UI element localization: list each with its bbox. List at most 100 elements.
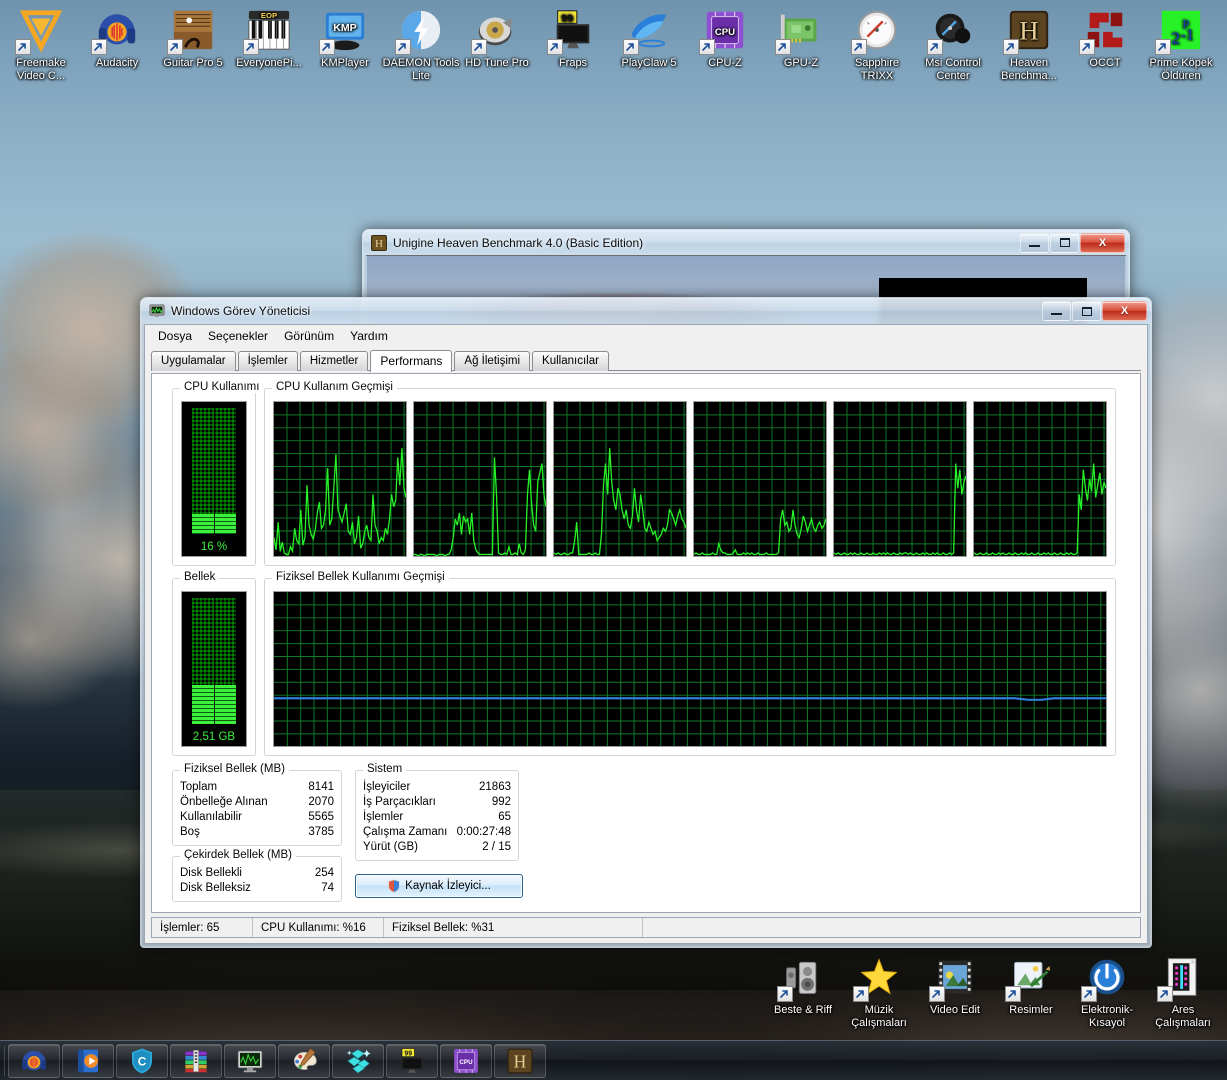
heaven-close-button[interactable]: X [1080, 232, 1125, 253]
tab-hizmetler[interactable]: Hizmetler [299, 351, 369, 371]
cpuz-icon: CPU [699, 6, 749, 55]
taskbar-button-audacity[interactable] [8, 1043, 60, 1078]
paint-icon [289, 1046, 319, 1076]
desktop-icon-gpuz[interactable]: GPU-Z [762, 6, 840, 70]
kernel-memory-value: 74 [321, 882, 334, 894]
cpu-gauge-meter [192, 408, 236, 534]
status-memory: Fiziksel Bellek: %31 [392, 921, 495, 934]
desktop-icon-freemake[interactable]: Freemake Video C... [2, 6, 80, 83]
taskbar[interactable]: C 99 CPU H [0, 1040, 1227, 1080]
desktop-icon-playclaw[interactable]: PlayClaw 5 [610, 6, 688, 70]
heaven-minimize-button[interactable] [1020, 232, 1049, 253]
taskmgr-maximize-button[interactable] [1072, 301, 1101, 321]
shortcut-arrow-icon [1081, 986, 1097, 1002]
desktop-icon-sapphire-trixx[interactable]: Sapphire TRIXX [838, 6, 916, 83]
cpu-gauge-midline [214, 408, 215, 534]
taskmgr-title-text: Windows Görev Yöneticisi [171, 304, 311, 318]
memory-box-title: Bellek [180, 571, 220, 583]
heaven-benchmark-icon: H [1003, 6, 1053, 55]
desktop-icon-heaven-benchmark[interactable]: H Heaven Benchma... [990, 6, 1068, 83]
status-cpu: CPU Kullanımı: %16 [261, 921, 366, 934]
memory-box: Bellek 2,51 GB [172, 571, 256, 756]
resource-monitor-button[interactable]: Kaynak İzleyici... [355, 874, 523, 898]
occt-icon [1079, 6, 1129, 55]
desktop-icon-prime95[interactable]: 2 p -1 Prime Köpek Öldüren [1142, 6, 1220, 83]
taskmgr-minimize-button[interactable] [1042, 301, 1071, 321]
desktop-icon-guitar-pro[interactable]: Guitar Pro 5 [154, 6, 232, 70]
star-folder-icon [853, 953, 903, 1002]
ares-folder-icon [1157, 953, 1207, 1002]
shortcut-arrow-icon [1003, 39, 1019, 55]
physical-memory-value: 8141 [308, 781, 334, 793]
desktop-icon-audacity[interactable]: Audacity [78, 6, 156, 70]
physical-memory-label: Önbelleğe Alınan [180, 796, 268, 808]
audacity-icon [91, 6, 141, 55]
desktop-icon-fraps[interactable]: 99 Fraps [534, 6, 612, 70]
shortcut-arrow-icon [927, 39, 943, 55]
heaven-titlebar[interactable]: H Unigine Heaven Benchmark 4.0 (Basic Ed… [363, 230, 1129, 255]
desktop-icon-label: EveryonePi... [236, 57, 302, 69]
taskbar-button-heaven-benchmark[interactable]: H [494, 1043, 546, 1078]
taskbar-button-cpuz[interactable]: CPU [440, 1043, 492, 1078]
shortcut-arrow-icon [699, 39, 715, 55]
speaker-folder-icon [777, 953, 827, 1002]
desktop-icon-occt[interactable]: OCCT [1066, 6, 1144, 70]
menu-item-dosya[interactable]: Dosya [151, 327, 199, 345]
heaven-benchmark-icon: H [505, 1046, 535, 1076]
prime95-icon: 2 p -1 [1155, 6, 1205, 55]
tab-performans[interactable]: Performans [370, 350, 453, 372]
taskmgr-close-button[interactable]: X [1102, 301, 1147, 321]
daemon-tools-icon [395, 6, 445, 55]
desktop-icon-star-folder[interactable]: Müzik Çalışmaları [840, 953, 918, 1030]
playclaw-icon [623, 6, 673, 55]
shortcut-arrow-icon [1157, 986, 1173, 1002]
tab-ailetiimi[interactable]: Ağ İletişimi [454, 351, 531, 371]
taskbar-button-fraps[interactable]: 99 [386, 1043, 438, 1078]
memory-history-box-title: Fiziksel Bellek Kullanımı Geçmişi [272, 571, 449, 583]
system-label: İş Parçacıkları [363, 796, 436, 808]
task-manager-window[interactable]: Windows Görev Yöneticisi X Dosya Seçenekl… [140, 297, 1152, 948]
desktop-icon-everyonepiano[interactable]: EOP EveryonePi... [230, 6, 308, 70]
desktop-icon-msi-control-center[interactable]: Msi Control Center [914, 6, 992, 83]
desktop-icon-cpuz[interactable]: CPU CPU-Z [686, 6, 764, 70]
tab-kullanclar[interactable]: Kullanıcılar [532, 351, 609, 371]
system-row: Çalışma Zamanı 0:00:27:48 [356, 825, 518, 840]
desktop-icon-speaker-folder[interactable]: Beste & Riff [764, 953, 842, 1017]
taskbar-button-ccleaner[interactable]: C [116, 1043, 168, 1078]
physical-memory-value: 5565 [308, 811, 334, 823]
taskbar-button-winrar[interactable] [170, 1043, 222, 1078]
taskbar-button-media-player[interactable] [62, 1043, 114, 1078]
cpu-core-graph-0 [273, 401, 407, 557]
desktop-icon-pictures-folder[interactable]: Resimler [992, 953, 1070, 1017]
physical-memory-rows: Toplam 8141 Önbelleğe Alınan 2070 Kullanılab… [173, 780, 341, 840]
shortcut-arrow-icon [775, 39, 791, 55]
svg-text:KMP: KMP [333, 22, 356, 34]
shortcut-arrow-icon [851, 39, 867, 55]
menu-item-grnm[interactable]: Görünüm [277, 327, 341, 345]
taskmgr-titlebar[interactable]: Windows Görev Yöneticisi X [141, 298, 1151, 324]
svg-text:H: H [375, 238, 383, 250]
taskbar-button-task-manager[interactable] [224, 1043, 276, 1078]
taskbar-button-gem[interactable] [332, 1043, 384, 1078]
fraps-icon: 99 [547, 6, 597, 55]
heaven-maximize-button[interactable] [1050, 232, 1079, 253]
shortcut-arrow-icon [623, 39, 639, 55]
taskbar-button-paint[interactable] [278, 1043, 330, 1078]
kernel-memory-title: Çekirdek Bellek (MB) [180, 849, 296, 861]
desktop-icon-daemon-tools[interactable]: DAEMON Tools Lite [382, 6, 460, 83]
desktop-icon-kmplayer[interactable]: KMP KMPlayer [306, 6, 384, 70]
tab-uygulamalar[interactable]: Uygulamalar [151, 351, 236, 371]
menu-item-yardm[interactable]: Yardım [343, 327, 395, 345]
desktop-icon-ares-folder[interactable]: Ares Çalışmaları [1144, 953, 1222, 1030]
desktop-icon-power[interactable]: Elektronik-Kısayol [1068, 953, 1146, 1030]
desktop-icon-filmstrip-folder[interactable]: Video Edit [916, 953, 994, 1017]
system-row: İşleyiciler 21863 [356, 780, 518, 795]
task-manager-icon [235, 1046, 265, 1076]
system-label: Çalışma Zamanı [363, 826, 448, 838]
menu-item-seenekler[interactable]: Seçenekler [201, 327, 275, 345]
guitar-pro-icon [167, 6, 217, 55]
kernel-memory-rows: Disk Bellekli 254 Disk Belleksiz 74 [173, 866, 341, 896]
memory-history-graph [273, 591, 1107, 747]
desktop-icon-hd-tune-pro[interactable]: HD Tune Pro [458, 6, 536, 70]
tab-ilemler[interactable]: İşlemler [237, 351, 298, 371]
